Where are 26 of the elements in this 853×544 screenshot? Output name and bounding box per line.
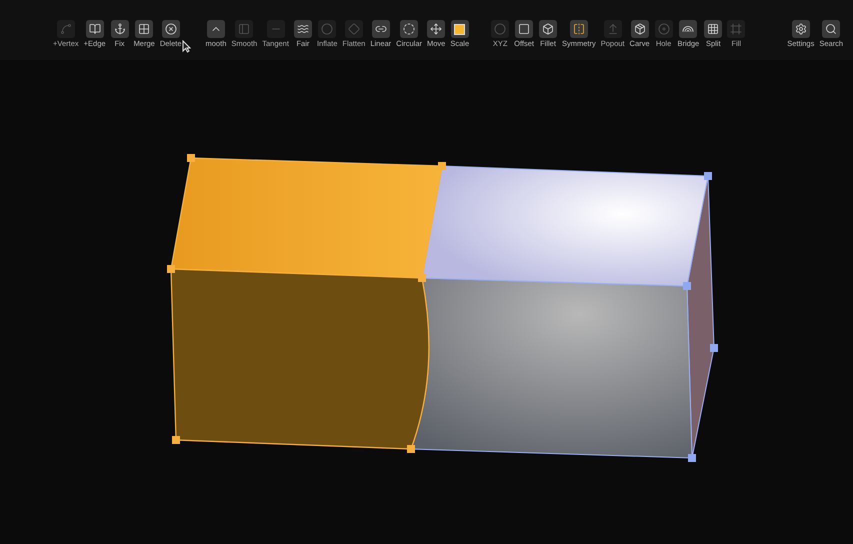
search-icon	[825, 23, 838, 35]
cursor-icon	[182, 40, 191, 53]
square-icon	[518, 23, 530, 35]
frame-icon	[730, 23, 742, 35]
diamond-icon	[348, 23, 360, 35]
move-icon	[430, 23, 442, 35]
wave-icon	[296, 23, 309, 35]
curve-icon	[60, 23, 72, 35]
dashed-circle-icon	[403, 23, 416, 35]
arc-icon	[682, 23, 694, 35]
anchor-icon	[114, 23, 126, 35]
cube-icon	[542, 23, 554, 35]
mirror-icon	[572, 23, 585, 35]
panel-icon	[238, 23, 250, 35]
arrow-up-icon	[606, 23, 619, 35]
circle-icon	[321, 23, 334, 35]
cube-icon	[634, 23, 646, 35]
disc-icon	[658, 23, 670, 35]
settings-icon	[794, 23, 807, 35]
scale-icon	[454, 24, 466, 34]
book-icon	[88, 23, 101, 35]
grid-icon	[707, 23, 720, 35]
circle-icon	[494, 23, 506, 35]
delete-icon	[164, 23, 177, 35]
grid-icon	[138, 23, 150, 35]
link-icon	[374, 23, 387, 35]
